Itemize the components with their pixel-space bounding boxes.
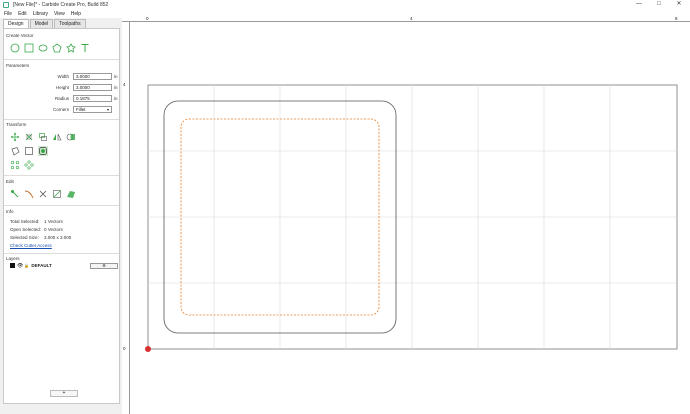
section-parameters: Parameters <box>6 63 30 68</box>
ruler-top: 0 4 8 <box>122 16 690 22</box>
lock-icon[interactable]: 🔒 <box>24 263 29 268</box>
polygon-icon[interactable] <box>52 43 62 53</box>
align-icon[interactable] <box>38 132 48 142</box>
selected-size-value: 3.000 x 3.000 <box>44 235 72 240</box>
open-selected-label: Open Selected: <box>10 227 42 232</box>
section-create-vector: Create Vector <box>6 33 34 38</box>
title-bar: [New File]* - Carbide Create Pro, Build … <box>0 0 690 10</box>
layer-name: DEFAULT <box>31 263 52 268</box>
boolean-icon[interactable] <box>24 146 34 156</box>
section-layers: Layers <box>6 256 20 261</box>
tab-model[interactable]: Model <box>29 19 54 28</box>
section-edit: Edit <box>6 179 14 184</box>
array-icon[interactable] <box>10 160 20 170</box>
combine-icon[interactable] <box>66 132 76 142</box>
minimize-button[interactable]: — <box>630 0 648 10</box>
join-icon[interactable] <box>52 189 62 199</box>
menu-file[interactable]: File <box>4 11 12 17</box>
corners-select[interactable]: Fillet ▾ <box>73 106 112 113</box>
circular-array-icon[interactable] <box>24 160 34 170</box>
height-unit: in <box>114 85 118 90</box>
divider <box>4 253 119 254</box>
maximize-button[interactable]: □ <box>650 0 668 10</box>
menu-edit[interactable]: Edit <box>18 11 27 17</box>
chevron-down-icon: ▾ <box>106 107 109 112</box>
radius-input[interactable]: 0.1875 <box>73 95 112 102</box>
oval-icon[interactable] <box>38 43 48 53</box>
app-icon <box>3 2 9 8</box>
selected-size-label: Selected Size: <box>10 235 39 240</box>
smooth-icon[interactable] <box>66 189 76 199</box>
divider <box>4 59 119 60</box>
ruler-top-8: 8 <box>675 16 678 21</box>
check-cutter-access-link[interactable]: Check Cutter Access <box>10 243 52 248</box>
radius-unit: in <box>114 96 118 101</box>
width-label: Width <box>57 74 69 79</box>
section-info: Info <box>6 209 14 214</box>
ruler-left-0: 0 <box>123 346 126 351</box>
ruler-top-4: 4 <box>410 16 413 21</box>
star-icon[interactable] <box>66 43 76 53</box>
section-transform: Transform <box>6 122 27 127</box>
width-unit: in <box>114 74 118 79</box>
circle-icon[interactable] <box>10 43 20 53</box>
radius-label: Radius <box>54 96 69 101</box>
layer-color-swatch[interactable] <box>10 263 15 268</box>
open-selected-value: 0 Vectors <box>44 227 63 232</box>
rotate-icon[interactable] <box>24 132 34 142</box>
divider <box>4 205 119 206</box>
menu-library[interactable]: Library <box>33 11 48 17</box>
rectangle-icon[interactable] <box>24 43 34 53</box>
total-selected-value: 1 Vectors <box>44 219 63 224</box>
tab-bar: Design Model Toolpaths <box>3 19 87 28</box>
divider <box>4 119 119 120</box>
divider <box>4 175 119 176</box>
height-label: Height <box>55 85 69 90</box>
ruler-left-4: 4 <box>123 82 126 87</box>
tab-toolpaths[interactable]: Toolpaths <box>54 19 86 28</box>
height-input[interactable]: 3.0000 <box>73 84 112 91</box>
close-button[interactable]: ✕ <box>670 0 688 10</box>
node-edit-icon[interactable] <box>10 189 20 199</box>
ruler-top-0: 0 <box>146 16 149 21</box>
curve-edit-icon[interactable] <box>24 189 34 199</box>
mirror-icon[interactable] <box>52 132 62 142</box>
menu-help[interactable]: Help <box>71 11 81 17</box>
trim-icon[interactable] <box>38 189 48 199</box>
layer-settings-button[interactable]: ⚙ <box>90 263 118 269</box>
offset-icon[interactable] <box>10 146 20 156</box>
design-panel: Create Vector Parameters Width 3.0000 in… <box>3 28 120 404</box>
width-input[interactable]: 3.0000 <box>73 73 112 80</box>
window-title: [New File]* - Carbide Create Pro, Build … <box>13 2 109 8</box>
menu-view[interactable]: View <box>54 11 65 17</box>
tab-design[interactable]: Design <box>3 19 29 28</box>
total-selected-label: Total Selected: <box>10 219 40 224</box>
corners-select-value: Fillet <box>76 107 86 112</box>
ruler-left: 4 0 <box>122 22 130 414</box>
fillet-icon[interactable] <box>38 146 48 156</box>
move-icon[interactable] <box>10 132 20 142</box>
text-icon[interactable] <box>80 43 90 53</box>
add-layer-button[interactable]: + <box>50 390 78 397</box>
corners-label: Corners <box>52 107 69 112</box>
origin-marker <box>145 346 151 352</box>
eye-icon[interactable]: 👁 <box>17 263 23 269</box>
canvas-drawing[interactable] <box>122 16 690 414</box>
